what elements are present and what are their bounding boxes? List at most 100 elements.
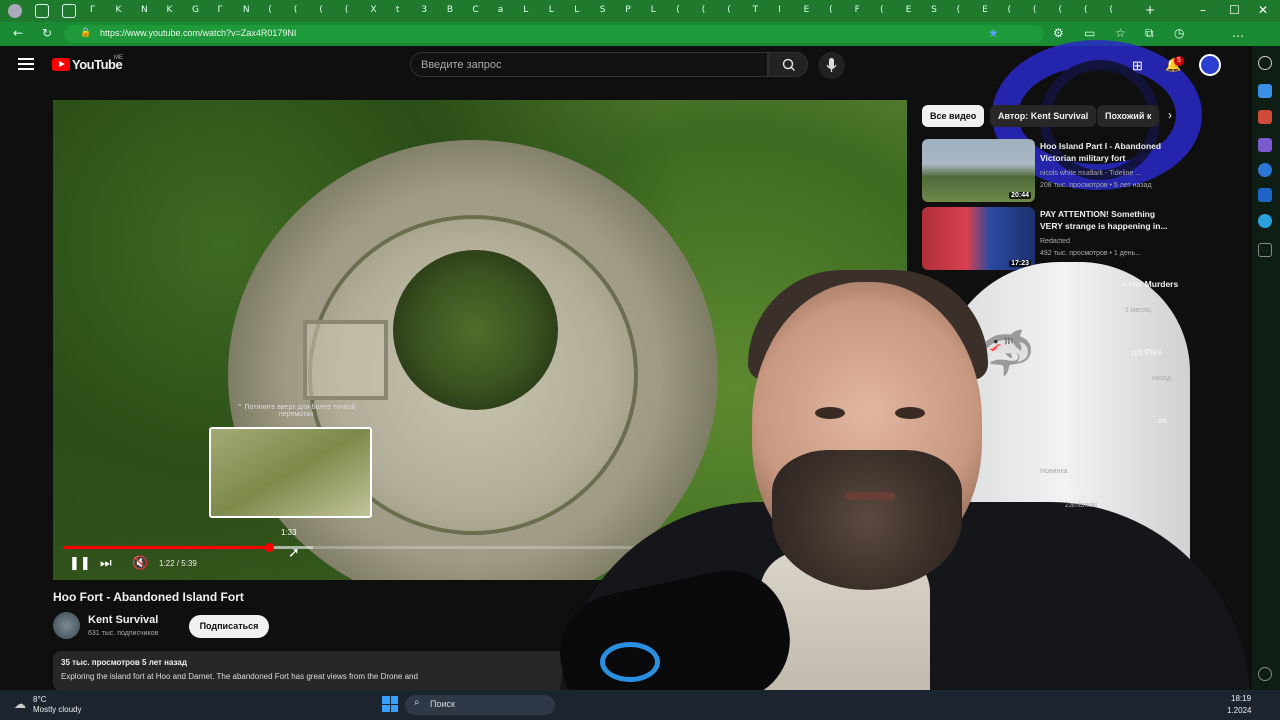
search-button[interactable] <box>768 52 808 77</box>
add-sidebar-app-icon[interactable] <box>1258 243 1272 257</box>
voice-search-button[interactable] <box>818 52 845 79</box>
more-menu-icon[interactable]: … <box>1232 26 1244 40</box>
rec-channel[interactable]: nicols white mudlark - Tideline ... <box>1040 170 1141 177</box>
subscribe-button[interactable]: Подписаться <box>189 615 269 638</box>
close-window-button[interactable]: ✕ <box>1258 3 1268 17</box>
rec-thumbnail[interactable]: 17:23 <box>922 207 1035 270</box>
rec-channel[interactable]: Redacted <box>1040 238 1070 245</box>
rec-title-partial[interactable]: s His Murders <box>1122 279 1178 289</box>
browser-tab[interactable]: K <box>115 5 121 15</box>
rec-channel-partial[interactable]: Zambinski <box>1065 502 1097 509</box>
browser-tab[interactable]: P <box>625 5 630 15</box>
browser-tab[interactable]: F <box>855 5 860 15</box>
rec-title[interactable]: Hoo Island Part I - Abandoned Victorian … <box>1040 140 1180 164</box>
favorite-star-icon[interactable]: ★ <box>988 26 999 40</box>
favorites-icon[interactable]: ☆ <box>1115 26 1126 40</box>
mute-button[interactable]: 🔇 <box>132 556 148 571</box>
browser-tab[interactable]: L <box>549 5 554 15</box>
telegram-icon[interactable] <box>1258 214 1272 228</box>
shopping-icon[interactable] <box>1258 84 1272 98</box>
rec-title-partial[interactable]: ак <box>1158 415 1167 425</box>
browser-tab[interactable]: G <box>192 5 199 15</box>
browser-tab[interactable]: ( <box>1033 5 1037 15</box>
description-box[interactable] <box>53 651 573 691</box>
tools-icon[interactable] <box>1258 110 1272 124</box>
browser-tab[interactable]: N <box>141 5 148 15</box>
rec-title-partial[interactable]: ort Pike <box>1131 347 1162 357</box>
weather-cloud-icon[interactable]: ☁ <box>14 697 26 711</box>
history-icon[interactable]: ◷ <box>1174 26 1184 40</box>
taskbar-search[interactable] <box>405 695 555 715</box>
tab-actions-icon[interactable] <box>62 4 76 18</box>
browser-tab[interactable]: B <box>447 5 453 15</box>
refresh-icon[interactable]: ↻ <box>42 26 52 40</box>
next-video-button[interactable]: ⏭ <box>100 556 112 571</box>
workspaces-icon[interactable] <box>35 4 49 18</box>
create-video-icon[interactable]: ⊞ <box>1132 58 1143 74</box>
browser-tab[interactable]: E <box>804 5 810 15</box>
url-text[interactable]: https://www.youtube.com/watch?v=Zax4R017… <box>100 28 296 38</box>
split-screen-icon[interactable]: ▭ <box>1084 26 1095 40</box>
progress-scrubber-handle[interactable] <box>264 543 274 552</box>
chips-next-chevron-icon[interactable]: › <box>1168 108 1172 122</box>
account-avatar[interactable] <box>1199 54 1221 76</box>
extensions-icon[interactable]: ⚙ <box>1053 26 1064 40</box>
browser-tab[interactable]: ( <box>268 5 272 15</box>
clock-date[interactable]: 1.2024 <box>1227 706 1251 715</box>
browser-tab[interactable]: S <box>600 5 606 15</box>
menu-hamburger-icon[interactable] <box>18 58 34 70</box>
new-tab-button[interactable]: + <box>1145 3 1155 17</box>
browser-tab[interactable]: I <box>778 5 781 15</box>
browser-tab[interactable]: ( <box>880 5 884 15</box>
browser-tab[interactable]: ( <box>319 5 323 15</box>
browser-tab[interactable]: a <box>498 5 504 15</box>
browser-tab[interactable]: C <box>472 5 478 15</box>
browser-tab[interactable]: N <box>243 5 250 15</box>
chip-by-author[interactable]: Автор: Kent Survival <box>990 105 1097 127</box>
weather-desc[interactable]: Mostly cloudy <box>33 705 81 714</box>
browser-tab[interactable]: E <box>906 5 912 15</box>
copilot-icon[interactable] <box>1258 163 1272 177</box>
browser-tab[interactable]: ( <box>294 5 298 15</box>
browser-tab[interactable]: L <box>574 5 579 15</box>
browser-tab[interactable]: ( <box>676 5 680 15</box>
chip-all-videos[interactable]: Все видео <box>922 105 985 127</box>
windows-start-icon[interactable] <box>382 696 398 712</box>
search-sidebar-icon[interactable] <box>1258 56 1272 70</box>
youtube-logo-icon[interactable] <box>52 58 70 71</box>
browser-tab[interactable]: X <box>370 5 376 15</box>
browser-tab[interactable]: ( <box>1008 5 1012 15</box>
lock-icon[interactable]: 🔒 <box>80 28 91 38</box>
chip-related[interactable]: Похожий к <box>1097 105 1160 127</box>
browser-tab[interactable]: T <box>753 5 759 15</box>
rec-title[interactable]: PAY ATTENTION! Something VERY strange is… <box>1040 208 1180 232</box>
browser-tab[interactable]: E <box>982 5 988 15</box>
games-icon[interactable] <box>1258 138 1272 152</box>
browser-tab[interactable]: K <box>166 5 172 15</box>
browser-tab[interactable]: S <box>931 5 937 15</box>
browser-tab[interactable]: ( <box>727 5 731 15</box>
browser-tab[interactable]: L <box>523 5 528 15</box>
outlook-icon[interactable] <box>1258 188 1272 202</box>
browser-tab[interactable]: 3 <box>421 5 427 15</box>
minimize-button[interactable]: – <box>1200 3 1206 17</box>
browser-tab[interactable]: ( <box>1059 5 1063 15</box>
clock-time[interactable]: 18:19 <box>1231 694 1251 703</box>
browser-tab[interactable]: Г <box>217 5 223 15</box>
browser-tab[interactable]: ( <box>1110 5 1114 15</box>
sidebar-settings-icon[interactable] <box>1258 667 1272 681</box>
browser-tab[interactable]: L <box>651 5 656 15</box>
browser-tab[interactable]: ( <box>1084 5 1088 15</box>
back-icon[interactable]: ← <box>13 26 23 40</box>
channel-avatar[interactable] <box>53 612 80 639</box>
collections-icon[interactable]: ⧉ <box>1145 26 1154 41</box>
rec-thumbnail[interactable]: 20:44 <box>922 139 1035 202</box>
browser-tab[interactable]: Г <box>90 5 96 15</box>
pause-button[interactable]: ❚❚ <box>69 556 91 571</box>
browser-tab[interactable]: ( <box>829 5 833 15</box>
channel-name[interactable]: Kent Survival <box>88 614 158 626</box>
browser-tab[interactable]: ( <box>957 5 961 15</box>
browser-tab[interactable]: ( <box>702 5 706 15</box>
weather-temp[interactable]: 8°C <box>33 695 46 704</box>
maximize-button[interactable]: ☐ <box>1229 3 1240 17</box>
